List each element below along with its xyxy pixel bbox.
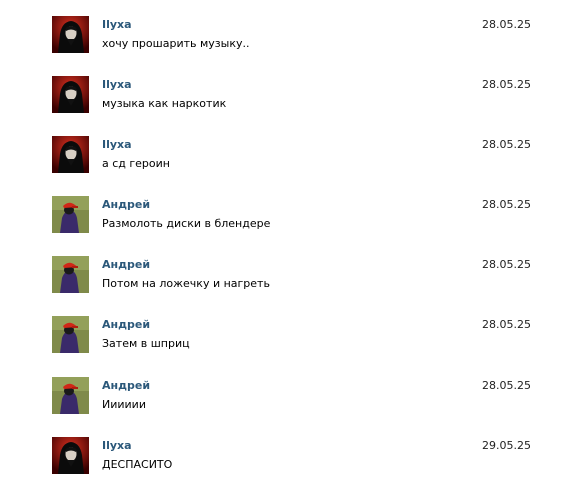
ilyxa-avatar[interactable] bbox=[52, 76, 89, 113]
message-date[interactable]: 28.05.25 bbox=[482, 78, 531, 91]
andrey-avatar[interactable] bbox=[52, 377, 89, 414]
author-link[interactable]: Андрей bbox=[102, 379, 150, 392]
ilyxa-avatar[interactable] bbox=[52, 136, 89, 173]
message-date[interactable]: 28.05.25 bbox=[482, 198, 531, 211]
andrey-avatar-image bbox=[52, 377, 89, 414]
message-date[interactable]: 28.05.25 bbox=[482, 318, 531, 331]
message-row: Андрей Затем в шприц 28.05.25 bbox=[0, 316, 564, 360]
message-text: Затем в шприц bbox=[102, 337, 190, 350]
message-row: Ilyxa хочу прошарить музыку.. 28.05.25 bbox=[0, 16, 564, 60]
author-link[interactable]: Андрей bbox=[102, 198, 150, 211]
ilyxa-avatar-image bbox=[52, 437, 89, 474]
author-link[interactable]: Ilyxa bbox=[102, 18, 132, 31]
message-text: хочу прошарить музыку.. bbox=[102, 37, 250, 50]
message-text: музыка как наркотик bbox=[102, 97, 227, 110]
ilyxa-avatar[interactable] bbox=[52, 16, 89, 53]
andrey-avatar-image bbox=[52, 316, 89, 353]
message-row: Андрей Ииииии 28.05.25 bbox=[0, 377, 564, 421]
ilyxa-avatar-image bbox=[52, 76, 89, 113]
author-link[interactable]: Ilyxa bbox=[102, 78, 132, 91]
andrey-avatar[interactable] bbox=[52, 256, 89, 293]
ilyxa-avatar-image bbox=[52, 16, 89, 53]
message-date[interactable]: 28.05.25 bbox=[482, 258, 531, 271]
ilyxa-avatar-image bbox=[52, 136, 89, 173]
author-link[interactable]: Андрей bbox=[102, 258, 150, 271]
message-date[interactable]: 28.05.25 bbox=[482, 138, 531, 151]
message-text: ДЕСПАСИТО bbox=[102, 458, 173, 471]
andrey-avatar[interactable] bbox=[52, 316, 89, 353]
message-text: а сд героин bbox=[102, 157, 170, 170]
message-row: Ilyxa а сд героин 28.05.25 bbox=[0, 136, 564, 180]
message-date[interactable]: 29.05.25 bbox=[482, 439, 531, 452]
author-link[interactable]: Андрей bbox=[102, 318, 150, 331]
message-text: Ииииии bbox=[102, 398, 146, 411]
message-row: Андрей Потом на ложечку и нагреть 28.05.… bbox=[0, 256, 564, 300]
andrey-avatar-image bbox=[52, 256, 89, 293]
andrey-avatar[interactable] bbox=[52, 196, 89, 233]
message-text: Размолоть диски в блендере bbox=[102, 217, 271, 230]
message-row: Ilyxa музыка как наркотик 28.05.25 bbox=[0, 76, 564, 120]
message-row: Андрей Размолоть диски в блендере 28.05.… bbox=[0, 196, 564, 240]
message-date[interactable]: 28.05.25 bbox=[482, 379, 531, 392]
ilyxa-avatar[interactable] bbox=[52, 437, 89, 474]
message-text: Потом на ложечку и нагреть bbox=[102, 277, 270, 290]
author-link[interactable]: Ilyxa bbox=[102, 439, 132, 452]
message-row: Ilyxa ДЕСПАСИТО 29.05.25 bbox=[0, 437, 564, 481]
andrey-avatar-image bbox=[52, 196, 89, 233]
message-date[interactable]: 28.05.25 bbox=[482, 18, 531, 31]
author-link[interactable]: Ilyxa bbox=[102, 138, 132, 151]
